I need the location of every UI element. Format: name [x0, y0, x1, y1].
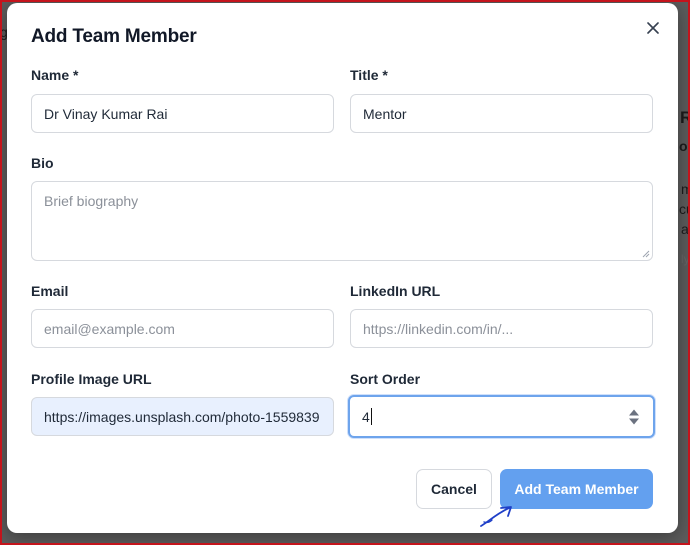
background-text: ar [681, 221, 690, 237]
resize-handle-icon[interactable] [641, 249, 650, 258]
background-text: cu [679, 201, 690, 217]
background-text: R [680, 108, 690, 127]
linkedin-input[interactable]: https://linkedin.com/in/... [350, 309, 653, 348]
background-text: og [679, 138, 690, 154]
annotation-arrow-icon [480, 506, 512, 527]
title-value: Mentor [363, 105, 407, 122]
background-text: ly [681, 252, 690, 266]
email-label: Email [31, 283, 69, 299]
email-placeholder: email@example.com [44, 320, 175, 337]
name-label: Name * [31, 67, 79, 83]
sort-order-value: 4 [362, 408, 370, 425]
close-button[interactable] [641, 16, 665, 40]
profile-image-label: Profile Image URL [31, 371, 152, 387]
profile-image-input[interactable]: https://images.unsplash.com/photo-155983… [31, 397, 334, 436]
title-label: Title * [350, 67, 388, 83]
bio-label: Bio [31, 155, 54, 171]
sort-order-input[interactable]: 4 [348, 395, 655, 438]
background-text: m [681, 181, 690, 197]
number-spinner[interactable] [629, 409, 639, 424]
bio-textarea[interactable]: Brief biography [31, 181, 653, 261]
name-value: Dr Vinay Kumar Rai [44, 105, 168, 122]
close-icon [647, 22, 659, 34]
bio-placeholder: Brief biography [44, 193, 139, 209]
spin-down-icon[interactable] [629, 418, 639, 424]
text-caret [370, 408, 372, 425]
title-input[interactable]: Mentor [350, 94, 653, 133]
add-team-member-dialog: Add Team Member Name * Dr Vinay Kumar Ra… [7, 3, 678, 533]
email-input[interactable]: email@example.com [31, 309, 334, 348]
spin-up-icon[interactable] [629, 409, 639, 415]
linkedin-placeholder: https://linkedin.com/in/... [363, 320, 514, 337]
add-team-member-button[interactable]: Add Team Member [500, 469, 653, 509]
linkedin-label: LinkedIn URL [350, 283, 441, 299]
dialog-title: Add Team Member [31, 26, 197, 47]
sort-order-label: Sort Order [350, 371, 421, 387]
profile-image-value: https://images.unsplash.com/photo-155983… [44, 408, 320, 425]
name-input[interactable]: Dr Vinay Kumar Rai [31, 94, 334, 133]
